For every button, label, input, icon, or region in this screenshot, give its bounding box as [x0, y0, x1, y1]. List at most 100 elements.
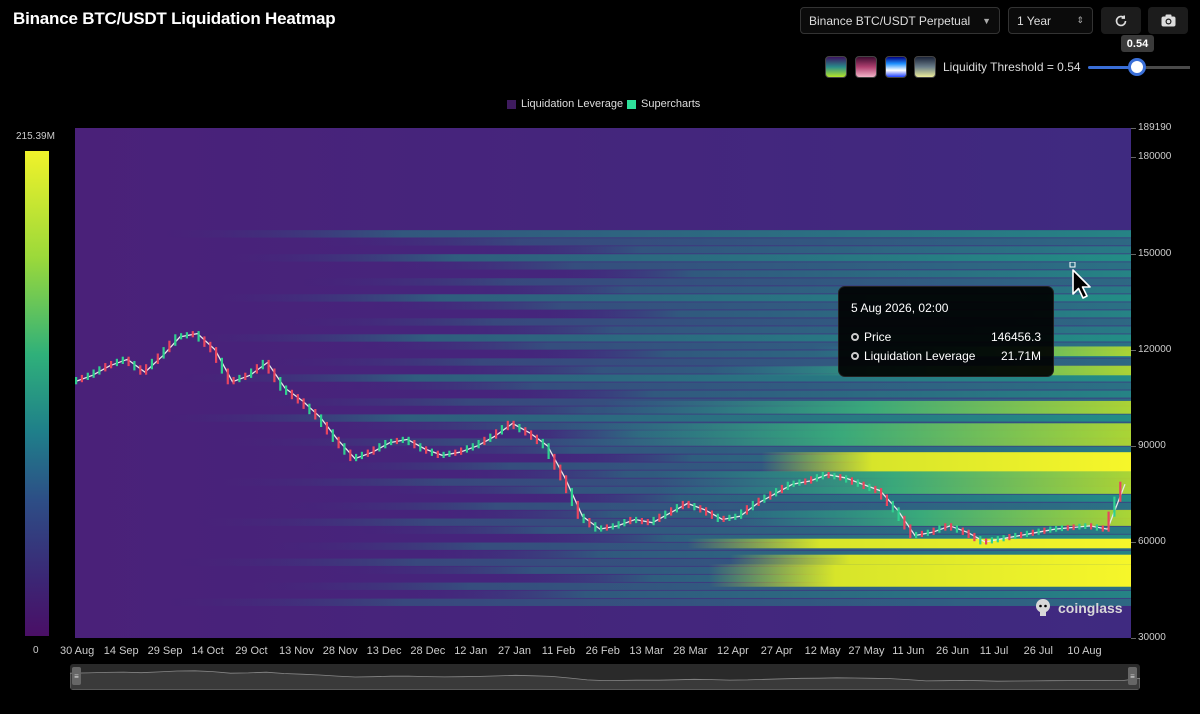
price-candle — [530, 430, 533, 440]
x-tick-label: 11 Feb — [541, 645, 576, 657]
palette-pink-swatch[interactable] — [855, 56, 877, 78]
price-candle — [384, 440, 387, 449]
price-candle — [127, 356, 130, 367]
threshold-slider-thumb[interactable] — [1128, 58, 1146, 76]
price-candle — [1095, 524, 1098, 531]
price-candle — [121, 356, 124, 364]
threshold-value-tip: 0.54 — [1121, 35, 1154, 52]
x-tick-label: 13 Dec — [366, 645, 402, 657]
liquidity-band — [317, 238, 1131, 246]
y-tick-label: 180000 — [1138, 151, 1172, 163]
liquidity-band — [159, 230, 1131, 238]
price-candle — [1025, 530, 1028, 537]
tooltip-price-label: Price — [864, 329, 892, 344]
price-candle — [314, 409, 317, 420]
tooltip-price-value: 146456.3 — [990, 329, 1041, 344]
price-candle — [775, 488, 778, 497]
tooltip-leverage-label: Liquidation Leverage — [864, 348, 976, 363]
colorbar — [25, 151, 49, 636]
screenshot-button[interactable] — [1148, 7, 1188, 34]
mouse-cursor-icon — [1069, 262, 1091, 299]
price-candle — [86, 372, 89, 380]
price-candle — [1031, 529, 1034, 536]
price-candle — [489, 433, 492, 442]
price-candle — [629, 516, 632, 525]
price-candle — [279, 377, 282, 391]
price-candle — [798, 479, 801, 486]
x-tick-label: 10 Aug — [1067, 645, 1102, 657]
price-candle — [961, 527, 964, 535]
y-tick-mark — [1131, 349, 1136, 351]
price-candle — [547, 443, 550, 459]
symbol-select[interactable]: Binance BTC/USDT Perpetual ▼ — [800, 7, 1000, 34]
price-candle — [250, 368, 253, 378]
price-candle — [1020, 531, 1023, 539]
navigator-right-handle[interactable]: ≡ — [1128, 667, 1137, 685]
y-tick-mark — [1131, 128, 1136, 129]
price-candle — [477, 440, 480, 449]
price-candle — [220, 357, 223, 374]
price-candle — [868, 483, 871, 492]
liquidity-band — [353, 526, 1131, 534]
coinglass-logo: coinglass — [1034, 598, 1123, 618]
y-tick-label: 150000 — [1138, 247, 1172, 259]
price-candle — [1066, 524, 1069, 531]
price-candle — [652, 516, 655, 526]
price-candle — [810, 476, 813, 484]
price-candle — [215, 347, 218, 363]
price-candle — [320, 414, 323, 427]
price-candle — [605, 524, 608, 531]
price-candle — [955, 525, 958, 533]
price-candle — [576, 500, 579, 519]
price-candle — [862, 481, 865, 489]
price-candle — [996, 536, 999, 543]
price-candle — [687, 500, 690, 509]
price-candle — [990, 537, 993, 544]
navigator-left-handle[interactable]: ≡ — [72, 667, 81, 685]
legend-item-liquidation-leverage[interactable]: Liquidation Leverage — [507, 98, 623, 110]
price-candle — [705, 507, 708, 516]
price-candle — [728, 514, 731, 521]
price-candle — [938, 525, 941, 533]
price-candle — [1113, 496, 1116, 517]
price-candle — [75, 377, 78, 385]
liquidity-band — [300, 278, 1131, 286]
price-candle — [191, 331, 194, 338]
price-candle — [932, 527, 935, 535]
price-candle — [98, 366, 101, 375]
palette-blue-swatch[interactable] — [885, 56, 907, 78]
palette-cividis-swatch[interactable] — [914, 56, 936, 78]
price-candle — [226, 368, 229, 385]
legend-label: Supercharts — [641, 98, 701, 110]
price-candle — [378, 443, 381, 452]
price-candle — [1084, 523, 1087, 529]
price-candle — [454, 449, 457, 456]
price-candle — [699, 505, 702, 513]
price-candle — [1002, 535, 1005, 542]
palette-viridis-swatch[interactable] — [825, 56, 847, 78]
legend-item-supercharts[interactable]: Supercharts — [627, 98, 700, 110]
price-candle — [833, 473, 836, 480]
price-candle — [174, 334, 177, 346]
range-navigator[interactable] — [70, 664, 1140, 690]
price-candle — [261, 359, 264, 370]
refresh-button[interactable] — [1101, 7, 1141, 34]
tooltip-leverage-value: 21.71M — [1000, 348, 1041, 363]
liquidity-band — [529, 494, 1131, 502]
range-select[interactable]: 1 Year ⇕ — [1008, 7, 1093, 34]
chevron-down-icon: ▼ — [982, 15, 991, 26]
price-candle — [156, 353, 159, 364]
price-candle — [565, 475, 568, 494]
colorbar-max-label: 215.39M — [16, 131, 55, 142]
price-candle — [658, 513, 661, 522]
liquidation-heatmap[interactable] — [75, 128, 1131, 638]
liquidity-band — [550, 423, 1131, 446]
price-candle — [80, 374, 83, 383]
liquidity-band — [159, 414, 1131, 422]
x-tick-label: 28 Dec — [410, 645, 446, 657]
y-tick-label: 120000 — [1138, 343, 1172, 355]
price-candle — [238, 374, 241, 383]
liquidity-band — [655, 471, 1131, 494]
y-tick-label: 30000 — [1138, 632, 1166, 643]
price-candle — [850, 477, 853, 485]
